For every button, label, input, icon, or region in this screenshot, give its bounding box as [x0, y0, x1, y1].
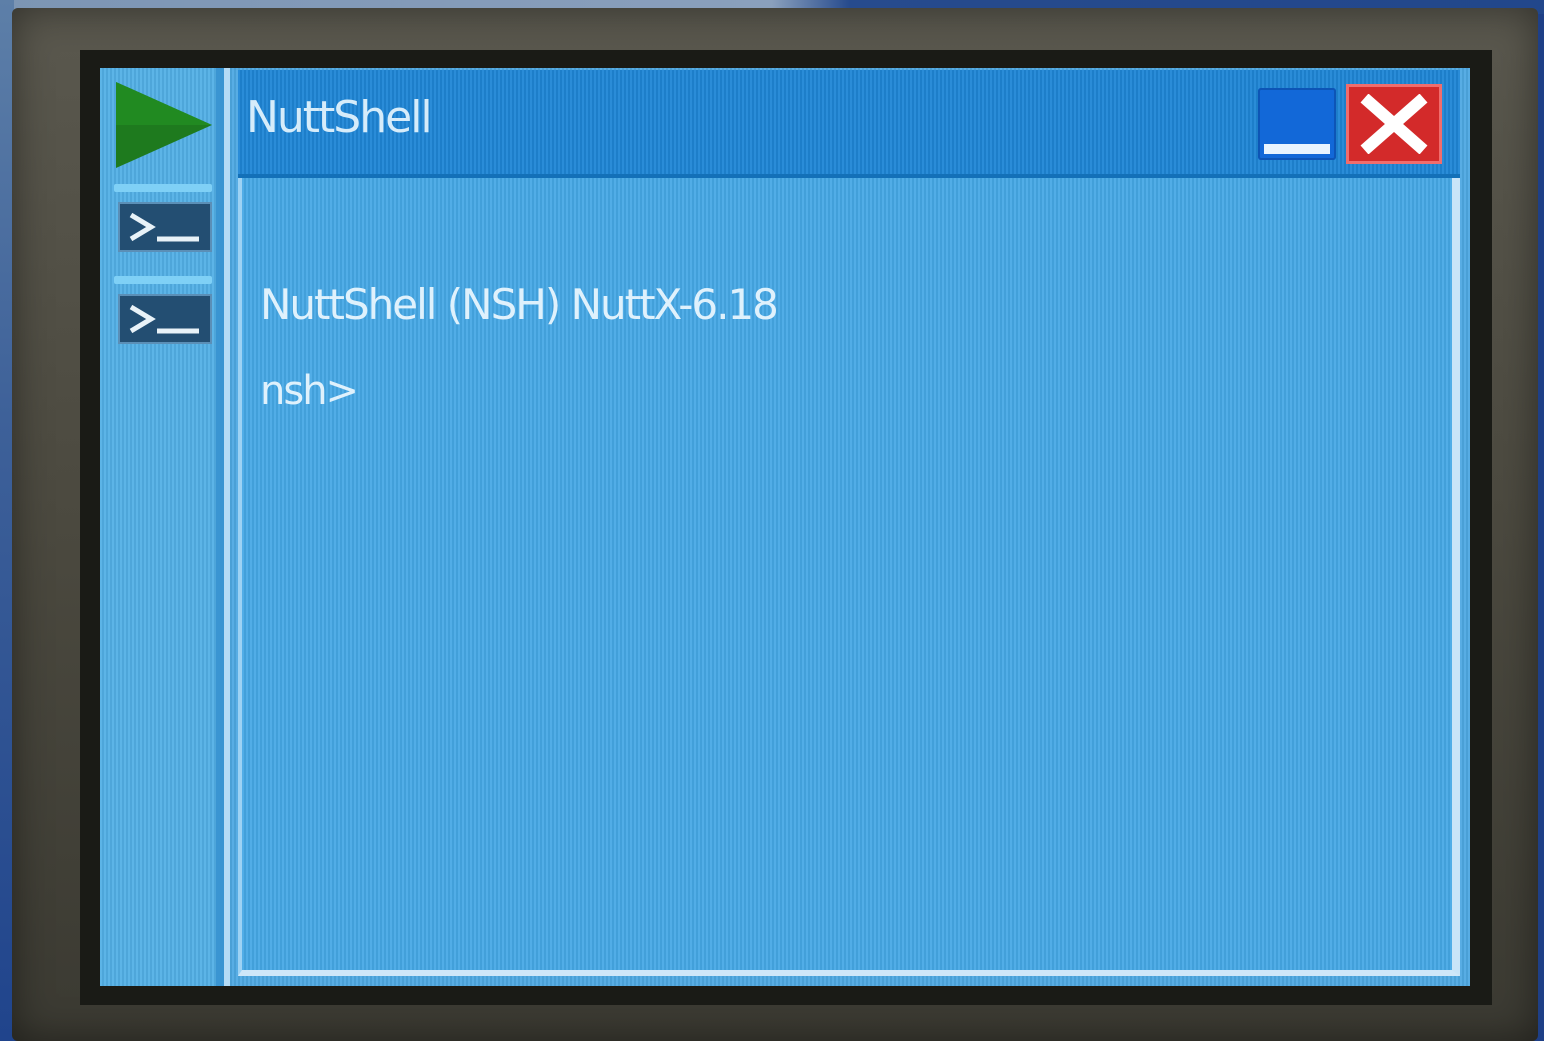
lcd-screen: NuttShell NuttShell (NSH) NuttX-6.18 nsh… — [100, 68, 1470, 986]
taskbar-nsh-button-2[interactable] — [118, 294, 212, 344]
terminal-prompt-icon — [129, 304, 199, 334]
terminal-line-banner: NuttShell (NSH) NuttX-6.18 — [260, 280, 779, 329]
play-triangle-icon — [116, 82, 212, 168]
start-button[interactable] — [114, 80, 214, 170]
window-title: NuttShell — [246, 92, 433, 143]
taskbar-nsh-button-1[interactable] — [118, 202, 212, 252]
terminal-area[interactable]: NuttShell (NSH) NuttX-6.18 nsh> — [238, 178, 1460, 976]
terminal-prompt[interactable]: nsh> — [260, 368, 359, 414]
task-separator — [114, 276, 212, 284]
task-separator — [114, 184, 212, 192]
window-titlebar[interactable]: NuttShell — [238, 70, 1460, 178]
minimize-icon — [1264, 144, 1330, 154]
taskbar — [100, 68, 230, 986]
close-button[interactable] — [1346, 84, 1442, 164]
nsh-window: NuttShell NuttShell (NSH) NuttX-6.18 nsh… — [238, 70, 1460, 976]
minimize-button[interactable] — [1258, 88, 1336, 160]
close-icon — [1360, 94, 1428, 154]
terminal-prompt-icon — [129, 212, 199, 242]
